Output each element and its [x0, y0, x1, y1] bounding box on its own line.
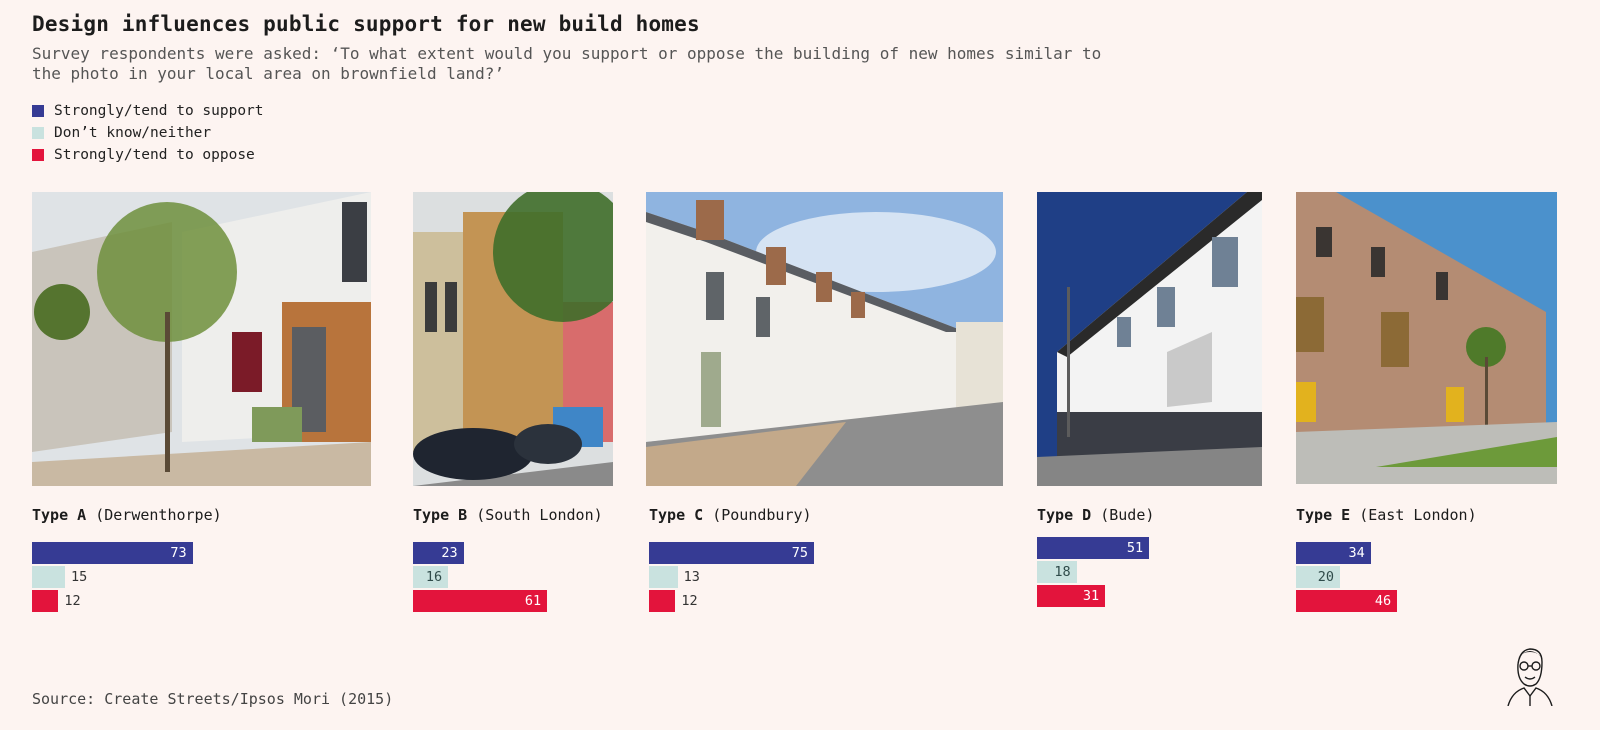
bar-neither-type-e: 20: [1296, 566, 1340, 588]
bar-support-type-b: 23: [413, 542, 464, 564]
bar-value-label: 75: [791, 545, 808, 561]
type-b-label: Type B: [413, 506, 468, 524]
panel-label-type-a: Type A (Derwenthorpe): [32, 506, 222, 524]
panel-label-type-e: Type E (East London): [1296, 506, 1477, 524]
bar-value-label: 73: [170, 545, 187, 561]
bar-value-label: 16: [425, 569, 443, 585]
legend-swatch-oppose: [32, 149, 44, 161]
legend-label-neither: Don’t know/neither: [54, 125, 212, 141]
legend-swatch-support: [32, 105, 44, 117]
bar-support-type-d: 51: [1037, 537, 1150, 559]
type-a-label: Type A: [32, 506, 87, 524]
bar-support-type-a: 73: [32, 542, 193, 564]
bar-value-label: 12: [681, 593, 698, 609]
panel-label-type-c: Type C (Poundbury): [649, 506, 812, 524]
legend-item-neither: Don’t know/neither: [32, 122, 264, 144]
bar-oppose-type-b: 61: [413, 590, 548, 612]
legend-item-support: Strongly/tend to support: [32, 100, 264, 122]
author-avatar-illustration: [1500, 644, 1558, 707]
bar-value-label-outside: 13: [684, 566, 700, 588]
bar-oppose-type-e: 46: [1296, 590, 1398, 612]
type-c-label: Type C: [649, 506, 704, 524]
legend-item-oppose: Strongly/tend to oppose: [32, 144, 264, 166]
bar-value-label: 46: [1374, 593, 1392, 609]
bar-value-label: 51: [1126, 540, 1144, 556]
bar-support-type-e: 34: [1296, 542, 1371, 564]
legend-label-oppose: Strongly/tend to oppose: [54, 147, 255, 163]
bar-oppose-type-c: [649, 590, 676, 612]
type-d-label: Type D: [1037, 506, 1092, 524]
photo-type-a: [32, 192, 371, 486]
chart-title: Design influences public support for new…: [32, 12, 700, 36]
panel-label-type-d: Type D (Bude): [1037, 506, 1154, 524]
photo-type-d: [1037, 192, 1262, 486]
type-d-place: (Bude): [1100, 506, 1155, 524]
bar-value-label: 15: [71, 569, 88, 585]
legend-label-support: Strongly/tend to support: [54, 103, 264, 119]
type-b-place: (South London): [476, 506, 603, 524]
bar-neither-type-b: 16: [413, 566, 449, 588]
photo-type-e: [1296, 192, 1557, 484]
bar-value-label: 12: [64, 593, 81, 609]
type-c-place: (Poundbury): [712, 506, 812, 524]
bar-value-label: 18: [1054, 564, 1071, 580]
bar-neither-type-c: [649, 566, 678, 588]
source-note: Source: Create Streets/Ipsos Mori (2015): [32, 690, 394, 708]
bar-oppose-type-d: 31: [1037, 585, 1106, 607]
type-e-place: (East London): [1359, 506, 1477, 524]
bar-support-type-c: 75: [649, 542, 814, 564]
type-a-place: (Derwenthorpe): [95, 506, 222, 524]
bar-value-label: 34: [1348, 545, 1365, 561]
panel-label-type-b: Type B (South London): [413, 506, 603, 524]
bar-neither-type-a: [32, 566, 65, 588]
bar-value-label: 20: [1317, 569, 1334, 585]
legend-swatch-neither: [32, 127, 44, 139]
bar-oppose-type-a: [32, 590, 59, 612]
bar-value-label: 23: [441, 545, 458, 561]
bar-value-label-outside: 15: [71, 566, 87, 588]
bar-value-label-outside: 12: [681, 590, 697, 612]
bar-value-label-outside: 12: [64, 590, 80, 612]
type-e-label: Type E: [1296, 506, 1351, 524]
chart-subtitle: Survey respondents were asked: ‘To what …: [32, 44, 1102, 83]
bar-value-label: 61: [524, 593, 542, 609]
bar-value-label: 31: [1082, 588, 1100, 604]
photo-type-b: [413, 192, 613, 486]
legend: Strongly/tend to support Don’t know/neit…: [32, 100, 264, 166]
bar-value-label: 13: [683, 569, 700, 585]
photo-type-c: [646, 192, 1003, 486]
bar-neither-type-d: 18: [1037, 561, 1077, 583]
